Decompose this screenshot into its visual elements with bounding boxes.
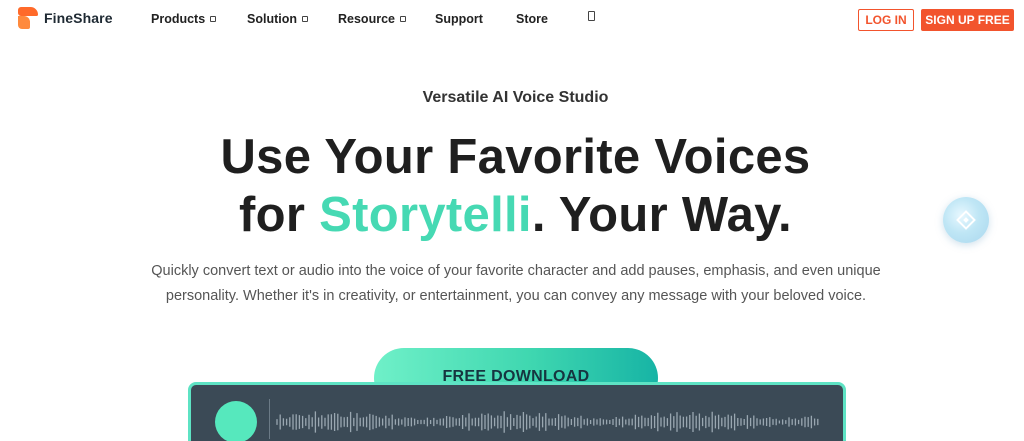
play-icon[interactable] [215, 401, 257, 441]
logo[interactable]: FineShare [18, 7, 113, 29]
headline-suffix: . Your Way. [531, 188, 792, 242]
top-nav: FineShare Products Solution Resource Sup… [0, 0, 1024, 40]
signup-button[interactable]: SIGN UP FREE [921, 9, 1014, 31]
headline-accent-word: Storytelli [319, 188, 532, 242]
nav-item-solution[interactable]: Solution [247, 12, 308, 26]
nav-item-label: Resource [338, 12, 395, 26]
audio-player [188, 382, 846, 441]
nav-item-label: Store [516, 12, 548, 26]
hero-description: Quickly convert text or audio into the v… [151, 263, 881, 304]
divider [269, 399, 270, 439]
dropdown-icon [210, 16, 217, 22]
floating-widget[interactable] [943, 197, 989, 243]
nav-extra-button[interactable] [588, 11, 595, 21]
headline-line-1: Use Your Favorite Voices [220, 130, 811, 184]
nav-item-label: Solution [247, 12, 297, 26]
login-button[interactable]: LOG IN [858, 9, 914, 31]
waveform-icon[interactable] [275, 399, 831, 441]
headline-prefix: for [239, 188, 320, 242]
box-icon [588, 11, 595, 21]
dropdown-icon [399, 16, 406, 22]
nav-item-label: Products [151, 12, 206, 26]
fineshare-logo-icon [18, 7, 38, 29]
nav-item-store[interactable]: Store [516, 12, 548, 26]
nav-item-support[interactable]: Support [435, 12, 483, 26]
diamond-badge-icon [956, 210, 976, 230]
nav-item-resource[interactable]: Resource [338, 12, 406, 26]
logo-text: FineShare [44, 10, 113, 26]
dropdown-icon [302, 16, 308, 22]
nav-item-products[interactable]: Products [151, 12, 217, 26]
hero-headline: Use Your Favorite Voices for Storytelli.… [0, 128, 1024, 244]
hero-eyebrow: Versatile AI Voice Studio [422, 89, 609, 106]
nav-item-label: Support [435, 12, 483, 26]
headline-line-2: for Storytelli. Your Way. [0, 186, 1024, 244]
